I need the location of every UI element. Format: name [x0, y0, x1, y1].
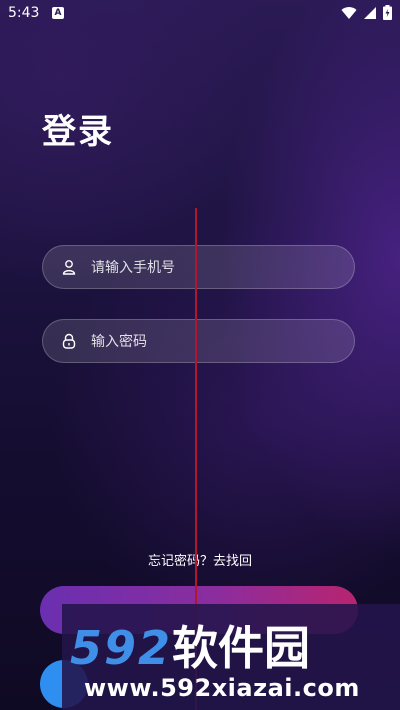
notification-badge-icon: A [52, 7, 64, 19]
status-bar: 5:43 A [0, 0, 400, 28]
password-input[interactable] [89, 320, 343, 364]
watermark-overlay: 592软件园 www.592xiazai.com [62, 604, 400, 710]
login-screen: 5:43 A 登录 请输入手机号 忘记密码？去找回 592软件园 www.592… [0, 0, 400, 710]
watermark-brand-name: 软件园 [172, 621, 311, 675]
status-icons [341, 5, 392, 20]
user-icon [61, 259, 77, 275]
cellular-signal-icon [363, 6, 377, 20]
wifi-icon [341, 6, 357, 20]
lock-icon [61, 333, 77, 349]
watermark-brand: 592软件园 [70, 612, 310, 678]
forgot-password-link[interactable]: 忘记密码？去找回 [0, 550, 400, 569]
phone-input[interactable] [89, 246, 343, 290]
battery-icon [383, 5, 392, 20]
status-time: 5:43 [8, 5, 40, 21]
page-title: 登录 [42, 112, 114, 152]
watermark-brand-number: 592 [70, 621, 173, 675]
phone-field[interactable] [42, 245, 355, 290]
password-field[interactable] [42, 319, 355, 364]
watermark-url: www.592xiazai.com [84, 674, 360, 702]
